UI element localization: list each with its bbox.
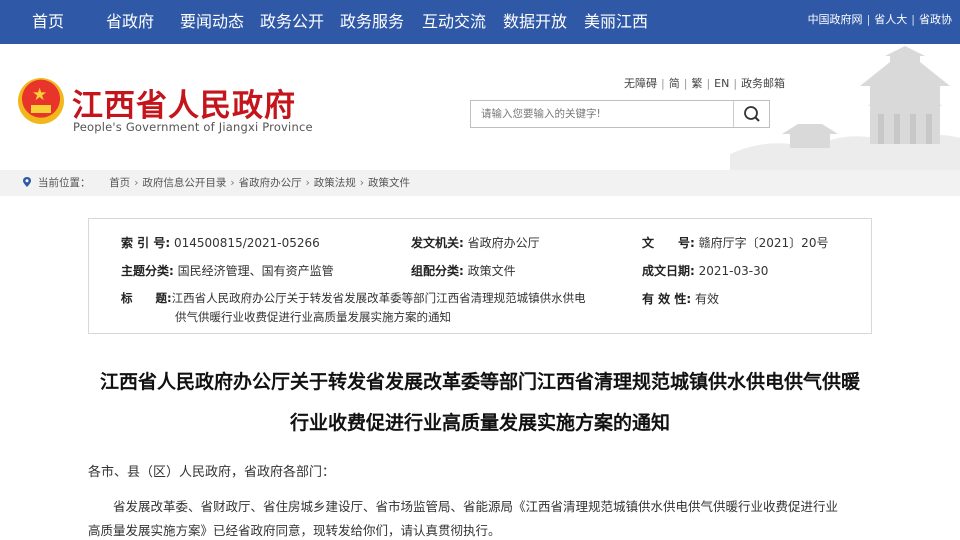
meta-topic: 主题分类: 国民经济管理、国有资产监管	[121, 264, 334, 278]
article-body-line1: 省发展改革委、省财政厅、省住房城乡建设厅、省市场监管局、省能源局《江西省清理规范…	[113, 499, 839, 514]
article-salutation: 各市、县（区）人民政府，省政府各部门：	[88, 465, 336, 480]
article-body-line2: 高质量发展实施方案》已经省政府同意，现转发给你们，请认真贯彻执行。	[88, 523, 501, 538]
site-header: ★ 江西省人民政府 People's Government of Jiangxi…	[0, 44, 960, 170]
meta-date: 成文日期: 2021-03-30	[642, 264, 769, 278]
location-pin-icon	[23, 177, 31, 187]
site-subtitle: People's Government of Jiangxi Province	[73, 120, 313, 134]
nav-item-home[interactable]: 首页	[32, 0, 64, 44]
link-accessibility[interactable]: 无障碍	[624, 77, 657, 90]
site-title[interactable]: 江西省人民政府	[72, 80, 296, 125]
meta-index: 索 引 号: 014500815/2021-05266	[121, 236, 320, 250]
search-input[interactable]	[471, 101, 733, 127]
meta-category: 组配分类: 政策文件	[411, 264, 516, 278]
top-nav-bar: 首页 省政府 要闻动态 政务公开 政务服务 互动交流 数据开放 美丽江西 中国政…	[0, 0, 960, 44]
article-title-line2: 行业收费促进行业高质量发展实施方案的通知	[289, 412, 670, 434]
breadcrumb-general-office[interactable]: 省政府办公厅	[239, 177, 302, 189]
link-english[interactable]: EN	[714, 77, 729, 90]
nav-item-open-data[interactable]: 数据开放	[503, 0, 567, 44]
breadcrumb-home[interactable]: 首页	[109, 177, 130, 189]
tengwang-pavilion-illustration	[730, 46, 960, 170]
document-metadata-box: 索 引 号: 014500815/2021-05266 发文机关: 省政府办公厅…	[88, 218, 872, 334]
meta-subject-continued: 供气供暖行业收费促进行业高质量发展实施方案的通知	[175, 310, 451, 324]
link-traditional[interactable]: 繁	[691, 77, 702, 90]
nav-item-gov-affairs-open[interactable]: 政务公开	[260, 0, 324, 44]
link-simplified[interactable]: 简	[669, 77, 680, 90]
link-provincial-congress[interactable]: 省人大	[874, 13, 907, 26]
breadcrumb-bar: 当前位置： 首页 › 政府信息公开目录 › 省政府办公厅 › 政策法规 › 政策文件	[0, 170, 960, 196]
nav-item-beautiful-jiangxi[interactable]: 美丽江西	[584, 0, 648, 44]
meta-issuer: 发文机关: 省政府办公厅	[411, 236, 540, 250]
breadcrumb: 当前位置： 首页 › 政府信息公开目录 › 省政府办公厅 › 政策法规 › 政策文件	[22, 170, 410, 196]
nav-item-interaction[interactable]: 互动交流	[422, 0, 486, 44]
breadcrumb-policies[interactable]: 政策法规	[314, 177, 356, 189]
link-china-gov[interactable]: 中国政府网	[808, 13, 863, 26]
meta-subject: 标 题:江西省人民政府办公厅关于转发省发展改革委等部门江西省清理规范城镇供水供电	[121, 291, 586, 305]
meta-doc-number: 文 号: 赣府厅字〔2021〕20号	[642, 236, 829, 250]
top-right-links: 中国政府网 | 省人大 | 省政协	[807, 13, 952, 26]
breadcrumb-policy-docs[interactable]: 政策文件	[368, 177, 410, 189]
nav-item-provincial-gov[interactable]: 省政府	[106, 0, 154, 44]
meta-validity: 有 效 性: 有效	[642, 292, 719, 306]
nav-item-news[interactable]: 要闻动态	[180, 0, 244, 44]
breadcrumb-prefix: 当前位置：	[38, 177, 91, 189]
nav-item-gov-services[interactable]: 政务服务	[340, 0, 404, 44]
national-emblem-icon: ★	[18, 78, 64, 124]
breadcrumb-info-catalog[interactable]: 政府信息公开目录	[142, 177, 226, 189]
article-title-line1: 江西省人民政府办公厅关于转发省发展改革委等部门江西省清理规范城镇供水供电供气供暖	[99, 371, 860, 393]
link-provincial-cppcc[interactable]: 省政协	[919, 13, 952, 26]
search-box	[470, 100, 770, 128]
